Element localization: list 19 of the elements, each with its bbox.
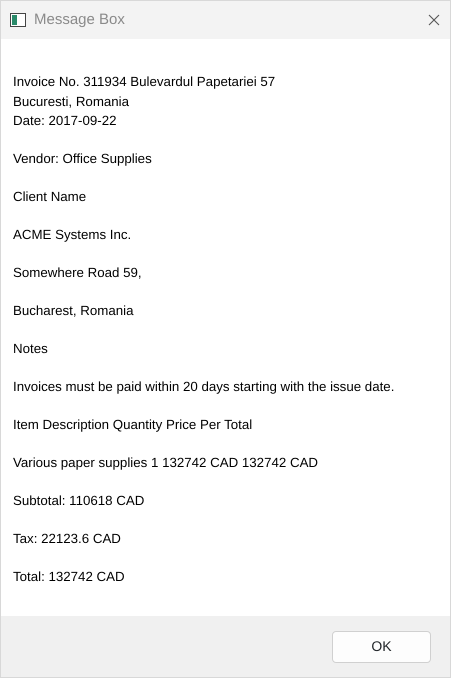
window-icon [10, 13, 26, 27]
window-title: Message Box [34, 10, 125, 30]
message-text: Invoice No. 311934 Bulevardul Papetariei 57 [13, 73, 276, 91]
message-text: Somewhere Road 59, [13, 264, 143, 282]
message-text: Date: 2017-09-22 [13, 112, 118, 130]
message-text: Notes [13, 340, 49, 358]
message-text: Total: 132742 CAD [13, 568, 126, 586]
message-text: Item Description Quantity Price Per Total [13, 416, 254, 434]
message-text: ACME Systems Inc. [13, 226, 132, 244]
message-text: Bucharest, Romania [13, 302, 134, 320]
message-text: Bucuresti, Romania [13, 92, 130, 110]
close-icon[interactable] [428, 14, 440, 26]
message-text: Vendor: Office Supplies [13, 150, 153, 168]
message-text: Invoices must be paid within 20 days starting with the issue date. [13, 378, 396, 396]
ok-button[interactable]: OK [332, 630, 431, 662]
message-text: Various paper supplies 1 132742 CAD 132742 CAD [13, 454, 320, 472]
message-text: Tax: 22123.6 CAD [13, 530, 122, 548]
message-text: Subtotal: 110618 CAD [13, 492, 146, 510]
message-text: Client Name [13, 188, 88, 206]
